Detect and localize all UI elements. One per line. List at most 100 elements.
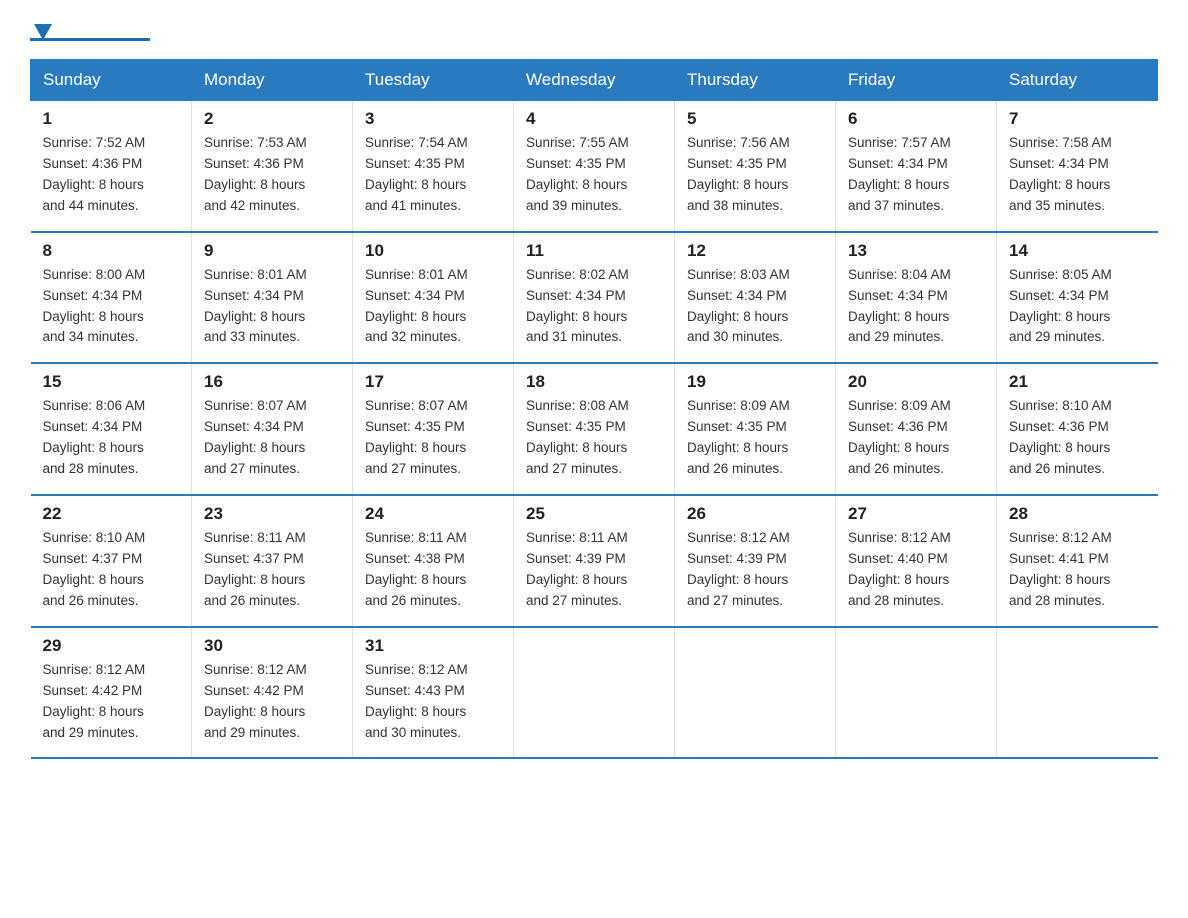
- day-number: 16: [204, 372, 340, 392]
- header-cell-sunday: Sunday: [31, 60, 192, 101]
- header-cell-thursday: Thursday: [675, 60, 836, 101]
- day-info: Sunrise: 7:56 AM Sunset: 4:35 PM Dayligh…: [687, 133, 823, 217]
- day-info: Sunrise: 8:12 AM Sunset: 4:40 PM Dayligh…: [848, 528, 984, 612]
- day-number: 24: [365, 504, 501, 524]
- day-number: 20: [848, 372, 984, 392]
- calendar-cell: 19 Sunrise: 8:09 AM Sunset: 4:35 PM Dayl…: [675, 363, 836, 495]
- day-info: Sunrise: 8:12 AM Sunset: 4:43 PM Dayligh…: [365, 660, 501, 744]
- day-info: Sunrise: 8:02 AM Sunset: 4:34 PM Dayligh…: [526, 265, 662, 349]
- week-row-3: 15 Sunrise: 8:06 AM Sunset: 4:34 PM Dayl…: [31, 363, 1158, 495]
- day-info: Sunrise: 8:08 AM Sunset: 4:35 PM Dayligh…: [526, 396, 662, 480]
- day-info: Sunrise: 8:12 AM Sunset: 4:42 PM Dayligh…: [43, 660, 180, 744]
- day-info: Sunrise: 8:10 AM Sunset: 4:36 PM Dayligh…: [1009, 396, 1146, 480]
- day-number: 23: [204, 504, 340, 524]
- calendar-cell: 23 Sunrise: 8:11 AM Sunset: 4:37 PM Dayl…: [192, 495, 353, 627]
- day-number: 30: [204, 636, 340, 656]
- calendar-cell: 31 Sunrise: 8:12 AM Sunset: 4:43 PM Dayl…: [353, 627, 514, 759]
- day-info: Sunrise: 7:55 AM Sunset: 4:35 PM Dayligh…: [526, 133, 662, 217]
- calendar-cell: [997, 627, 1158, 759]
- day-number: 22: [43, 504, 180, 524]
- calendar-cell: 20 Sunrise: 8:09 AM Sunset: 4:36 PM Dayl…: [836, 363, 997, 495]
- calendar-cell: 9 Sunrise: 8:01 AM Sunset: 4:34 PM Dayli…: [192, 232, 353, 364]
- calendar-cell: 27 Sunrise: 8:12 AM Sunset: 4:40 PM Dayl…: [836, 495, 997, 627]
- calendar-cell: 22 Sunrise: 8:10 AM Sunset: 4:37 PM Dayl…: [31, 495, 192, 627]
- calendar-table: SundayMondayTuesdayWednesdayThursdayFrid…: [30, 59, 1158, 759]
- week-row-4: 22 Sunrise: 8:10 AM Sunset: 4:37 PM Dayl…: [31, 495, 1158, 627]
- calendar-header: SundayMondayTuesdayWednesdayThursdayFrid…: [31, 60, 1158, 101]
- day-number: 1: [43, 109, 180, 129]
- calendar-cell: 7 Sunrise: 7:58 AM Sunset: 4:34 PM Dayli…: [997, 101, 1158, 232]
- calendar-cell: 11 Sunrise: 8:02 AM Sunset: 4:34 PM Dayl…: [514, 232, 675, 364]
- day-number: 26: [687, 504, 823, 524]
- calendar-cell: 1 Sunrise: 7:52 AM Sunset: 4:36 PM Dayli…: [31, 101, 192, 232]
- week-row-5: 29 Sunrise: 8:12 AM Sunset: 4:42 PM Dayl…: [31, 627, 1158, 759]
- day-info: Sunrise: 8:00 AM Sunset: 4:34 PM Dayligh…: [43, 265, 180, 349]
- day-info: Sunrise: 8:11 AM Sunset: 4:38 PM Dayligh…: [365, 528, 501, 612]
- week-row-1: 1 Sunrise: 7:52 AM Sunset: 4:36 PM Dayli…: [31, 101, 1158, 232]
- day-info: Sunrise: 7:52 AM Sunset: 4:36 PM Dayligh…: [43, 133, 180, 217]
- day-number: 9: [204, 241, 340, 261]
- day-number: 3: [365, 109, 501, 129]
- day-number: 28: [1009, 504, 1146, 524]
- calendar-cell: 3 Sunrise: 7:54 AM Sunset: 4:35 PM Dayli…: [353, 101, 514, 232]
- day-info: Sunrise: 8:05 AM Sunset: 4:34 PM Dayligh…: [1009, 265, 1146, 349]
- day-info: Sunrise: 7:54 AM Sunset: 4:35 PM Dayligh…: [365, 133, 501, 217]
- calendar-cell: 29 Sunrise: 8:12 AM Sunset: 4:42 PM Dayl…: [31, 627, 192, 759]
- day-number: 10: [365, 241, 501, 261]
- day-number: 18: [526, 372, 662, 392]
- calendar-cell: 10 Sunrise: 8:01 AM Sunset: 4:34 PM Dayl…: [353, 232, 514, 364]
- week-row-2: 8 Sunrise: 8:00 AM Sunset: 4:34 PM Dayli…: [31, 232, 1158, 364]
- calendar-cell: 30 Sunrise: 8:12 AM Sunset: 4:42 PM Dayl…: [192, 627, 353, 759]
- logo: [30, 20, 150, 41]
- day-info: Sunrise: 8:03 AM Sunset: 4:34 PM Dayligh…: [687, 265, 823, 349]
- day-number: 5: [687, 109, 823, 129]
- day-info: Sunrise: 8:12 AM Sunset: 4:42 PM Dayligh…: [204, 660, 340, 744]
- day-info: Sunrise: 7:53 AM Sunset: 4:36 PM Dayligh…: [204, 133, 340, 217]
- day-number: 29: [43, 636, 180, 656]
- day-number: 2: [204, 109, 340, 129]
- day-info: Sunrise: 7:57 AM Sunset: 4:34 PM Dayligh…: [848, 133, 984, 217]
- day-info: Sunrise: 8:09 AM Sunset: 4:36 PM Dayligh…: [848, 396, 984, 480]
- day-number: 4: [526, 109, 662, 129]
- calendar-cell: 8 Sunrise: 8:00 AM Sunset: 4:34 PM Dayli…: [31, 232, 192, 364]
- day-number: 12: [687, 241, 823, 261]
- header-cell-tuesday: Tuesday: [353, 60, 514, 101]
- calendar-cell: 5 Sunrise: 7:56 AM Sunset: 4:35 PM Dayli…: [675, 101, 836, 232]
- day-number: 15: [43, 372, 180, 392]
- header-cell-monday: Monday: [192, 60, 353, 101]
- calendar-cell: 15 Sunrise: 8:06 AM Sunset: 4:34 PM Dayl…: [31, 363, 192, 495]
- day-info: Sunrise: 8:07 AM Sunset: 4:35 PM Dayligh…: [365, 396, 501, 480]
- calendar-cell: 2 Sunrise: 7:53 AM Sunset: 4:36 PM Dayli…: [192, 101, 353, 232]
- calendar-cell: 14 Sunrise: 8:05 AM Sunset: 4:34 PM Dayl…: [997, 232, 1158, 364]
- day-number: 8: [43, 241, 180, 261]
- day-info: Sunrise: 8:12 AM Sunset: 4:41 PM Dayligh…: [1009, 528, 1146, 612]
- calendar-cell: 28 Sunrise: 8:12 AM Sunset: 4:41 PM Dayl…: [997, 495, 1158, 627]
- day-info: Sunrise: 8:12 AM Sunset: 4:39 PM Dayligh…: [687, 528, 823, 612]
- day-info: Sunrise: 7:58 AM Sunset: 4:34 PM Dayligh…: [1009, 133, 1146, 217]
- calendar-cell: 4 Sunrise: 7:55 AM Sunset: 4:35 PM Dayli…: [514, 101, 675, 232]
- day-number: 27: [848, 504, 984, 524]
- calendar-cell: 13 Sunrise: 8:04 AM Sunset: 4:34 PM Dayl…: [836, 232, 997, 364]
- day-info: Sunrise: 8:07 AM Sunset: 4:34 PM Dayligh…: [204, 396, 340, 480]
- day-number: 14: [1009, 241, 1146, 261]
- calendar-cell: 21 Sunrise: 8:10 AM Sunset: 4:36 PM Dayl…: [997, 363, 1158, 495]
- day-info: Sunrise: 8:10 AM Sunset: 4:37 PM Dayligh…: [43, 528, 180, 612]
- calendar-cell: [514, 627, 675, 759]
- page-header: [30, 20, 1158, 41]
- calendar-cell: 26 Sunrise: 8:12 AM Sunset: 4:39 PM Dayl…: [675, 495, 836, 627]
- day-info: Sunrise: 8:06 AM Sunset: 4:34 PM Dayligh…: [43, 396, 180, 480]
- calendar-cell: 6 Sunrise: 7:57 AM Sunset: 4:34 PM Dayli…: [836, 101, 997, 232]
- day-number: 17: [365, 372, 501, 392]
- header-cell-saturday: Saturday: [997, 60, 1158, 101]
- calendar-cell: 17 Sunrise: 8:07 AM Sunset: 4:35 PM Dayl…: [353, 363, 514, 495]
- day-info: Sunrise: 8:01 AM Sunset: 4:34 PM Dayligh…: [204, 265, 340, 349]
- header-cell-wednesday: Wednesday: [514, 60, 675, 101]
- day-info: Sunrise: 8:01 AM Sunset: 4:34 PM Dayligh…: [365, 265, 501, 349]
- logo-underline: [30, 38, 150, 41]
- day-info: Sunrise: 8:04 AM Sunset: 4:34 PM Dayligh…: [848, 265, 984, 349]
- day-info: Sunrise: 8:11 AM Sunset: 4:37 PM Dayligh…: [204, 528, 340, 612]
- day-number: 31: [365, 636, 501, 656]
- header-cell-friday: Friday: [836, 60, 997, 101]
- day-number: 25: [526, 504, 662, 524]
- header-row: SundayMondayTuesdayWednesdayThursdayFrid…: [31, 60, 1158, 101]
